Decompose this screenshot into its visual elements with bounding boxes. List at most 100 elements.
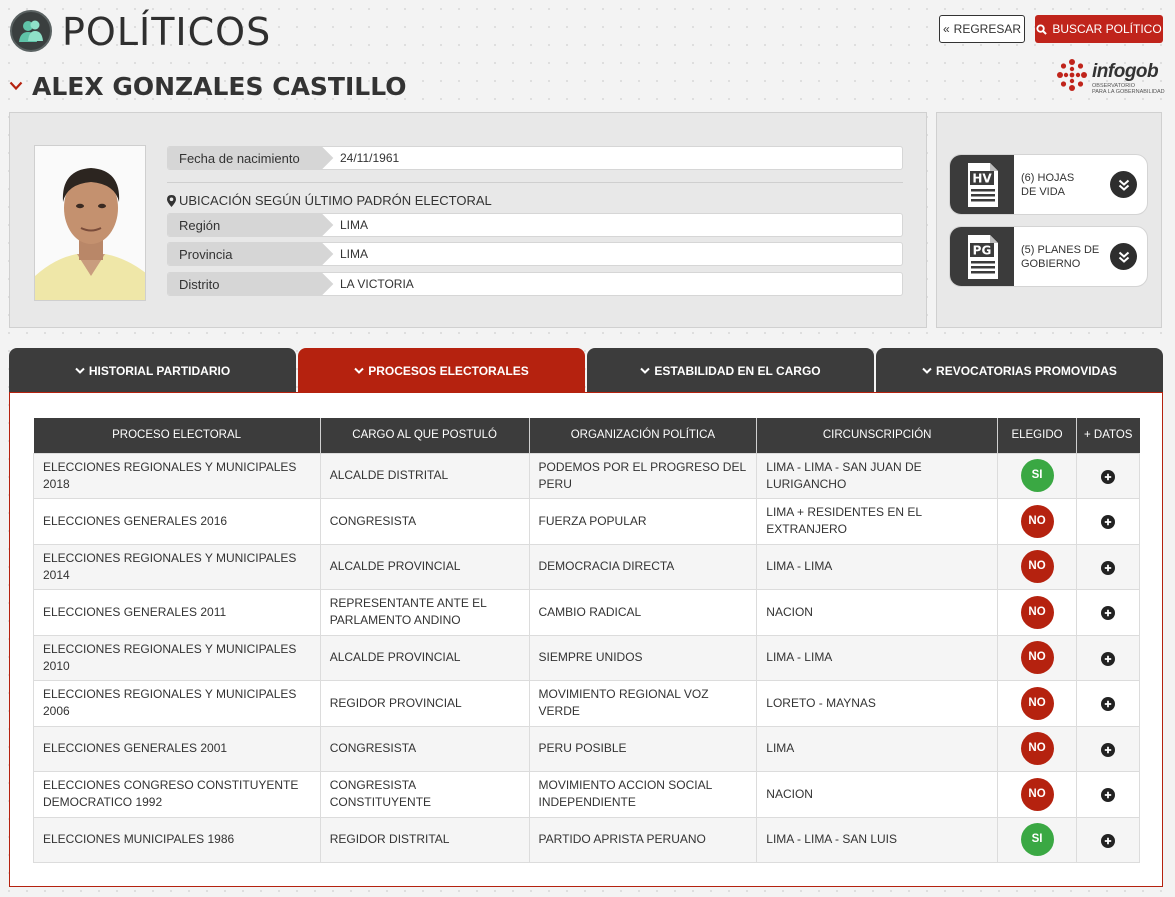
table-row: ELECCIONES REGIONALES Y MUNICIPALES 2006… — [33, 680, 1141, 727]
infogob-tagline: OBSERVATORIO PARA LA GOBERNABILIDAD — [1092, 83, 1165, 95]
cell-circunscripcion: NACION — [756, 771, 999, 818]
cell-circunscripcion: LORETO - MAYNAS — [756, 680, 999, 727]
cell-mas-datos — [1075, 816, 1141, 863]
tab-label: ESTABILIDAD EN EL CARGO — [654, 363, 821, 378]
cell-proceso: ELECCIONES REGIONALES Y MUNICIPALES 2014 — [33, 543, 321, 590]
cell-circunscripcion: LIMA - LIMA — [756, 543, 999, 590]
cell-mas-datos — [1075, 680, 1141, 727]
back-button-label: REGRESAR — [953, 22, 1022, 36]
district-label: Distrito — [168, 273, 322, 295]
tab-procesos-electorales[interactable]: PROCESOS ELECTORALES — [298, 348, 585, 393]
district-value: LA VICTORIA — [340, 277, 414, 291]
cell-organizacion: MOVIMIENTO ACCION SOCIAL INDEPENDIENTE — [528, 771, 758, 818]
location-heading-label: UBICACIÓN SEGÚN ÚLTIMO PADRÓN ELECTORAL — [179, 193, 492, 208]
cell-proceso: ELECCIONES REGIONALES Y MUNICIPALES 2018 — [33, 452, 321, 499]
documents-panel: HV (6) HOJAS DE VIDA PG (5) PLANES DE GO… — [936, 112, 1162, 328]
column-header: + DATOS — [1076, 418, 1140, 453]
birth-date-label: Fecha de nacimiento — [168, 147, 322, 169]
cell-cargo: ALCALDE PROVINCIAL — [319, 543, 530, 590]
double-chevron-down-icon[interactable] — [1110, 243, 1137, 270]
cell-circunscripcion: LIMA + RESIDENTES EN EL EXTRANJERO — [756, 498, 999, 545]
plus-circle-icon[interactable] — [1100, 651, 1115, 666]
elected-badge: NO — [1020, 732, 1054, 766]
region-field: Región LIMA — [167, 213, 903, 237]
cell-cargo: CONGRESISTA — [319, 498, 530, 545]
infogob-logo-icon — [1057, 59, 1087, 91]
cell-mas-datos — [1075, 498, 1141, 545]
cell-cargo: CONGRESISTA — [319, 725, 530, 772]
table-row: ELECCIONES REGIONALES Y MUNICIPALES 2014… — [33, 543, 1141, 590]
plus-circle-icon[interactable] — [1100, 742, 1115, 757]
plus-circle-icon[interactable] — [1100, 697, 1115, 712]
cell-cargo: REGIDOR DISTRITAL — [319, 816, 530, 863]
chevron-down-icon — [9, 81, 23, 91]
column-header: ORGANIZACIÓN POLÍTICA — [529, 418, 758, 453]
cell-elegido: NO — [997, 589, 1077, 636]
birth-date-value: 24/11/1961 — [340, 151, 400, 165]
plus-circle-icon[interactable] — [1100, 606, 1115, 621]
plus-circle-icon[interactable] — [1100, 833, 1115, 848]
resumes-button[interactable]: HV (6) HOJAS DE VIDA — [949, 154, 1148, 215]
cell-proceso: ELECCIONES REGIONALES Y MUNICIPALES 2010 — [33, 634, 321, 681]
province-field: Provincia LIMA — [167, 242, 903, 266]
cell-circunscripcion: LIMA - LIMA - SAN JUAN DE LURIGANCHO — [756, 452, 999, 499]
elected-badge: NO — [1020, 777, 1054, 811]
elected-badge: NO — [1020, 550, 1054, 584]
table-row: ELECCIONES GENERALES 2016 CONGRESISTA FUER… — [33, 498, 1141, 545]
table-row: ELECCIONES GENERALES 2011 REPRESENTANTE A… — [33, 589, 1141, 636]
cell-circunscripcion: LIMA - LIMA - SAN LUIS — [756, 816, 999, 863]
cell-organizacion: PODEMOS POR EL PROGRESO DEL PERU — [528, 452, 758, 499]
plus-circle-icon[interactable] — [1100, 469, 1115, 484]
resumes-label: (6) HOJAS DE VIDA — [1021, 172, 1075, 198]
cell-mas-datos — [1075, 634, 1141, 681]
cell-organizacion: PERU POSIBLE — [528, 725, 758, 772]
tab-historial-partidario[interactable]: HISTORIAL PARTIDARIO — [9, 348, 296, 393]
cell-elegido: NO — [997, 634, 1077, 681]
elected-badge: NO — [1020, 504, 1054, 538]
column-header: ELEGIDO — [997, 418, 1077, 453]
double-chevron-down-icon[interactable] — [1110, 171, 1137, 198]
infogob-wordmark: infogob — [1092, 61, 1159, 82]
plus-circle-icon[interactable] — [1100, 788, 1115, 803]
location-heading: UBICACIÓN SEGÚN ÚLTIMO PADRÓN ELECTORAL — [167, 193, 492, 208]
tab-revocatorias-promovidas[interactable]: REVOCATORIAS PROMOVIDAS — [876, 348, 1163, 393]
page-title: POLÍTICOS — [62, 10, 272, 54]
tab-estabilidad-en-el-cargo[interactable]: ESTABILIDAD EN EL CARGO — [587, 348, 874, 393]
cell-circunscripcion: LIMA - LIMA — [756, 634, 999, 681]
electoral-processes-panel: PROCESO ELECTORAL CARGO AL QUE POSTULÓ O… — [9, 393, 1163, 887]
cell-proceso: ELECCIONES REGIONALES Y MUNICIPALES 2006 — [33, 680, 321, 727]
tab-label: REVOCATORIAS PROMOVIDAS — [936, 363, 1117, 378]
tab-bar: HISTORIAL PARTIDARIO PROCESOS ELECTORALE… — [9, 348, 1163, 393]
search-politician-button[interactable]: BUSCAR POLÍTICO — [1035, 15, 1163, 43]
person-name: ALEX GONZALES CASTILLO — [32, 72, 407, 101]
table-row: ELECCIONES CONGRESO CONSTITUYENTE DEMOCR… — [33, 771, 1141, 818]
column-header: PROCESO ELECTORAL — [33, 418, 321, 453]
elected-badge: NO — [1020, 595, 1054, 629]
government-plans-label: (5) PLANES DE GOBIERNO — [1021, 244, 1100, 270]
table-header-row: PROCESO ELECTORAL CARGO AL QUE POSTULÓ O… — [33, 418, 1140, 453]
politicians-icon — [10, 10, 52, 52]
back-button[interactable]: « REGRESAR — [939, 15, 1025, 43]
cell-circunscripcion: NACION — [756, 589, 999, 636]
chevron-down-icon — [922, 367, 932, 374]
elected-badge: NO — [1020, 686, 1054, 720]
cell-mas-datos — [1075, 543, 1141, 590]
cell-elegido: SI — [997, 816, 1077, 863]
resume-document-icon: HV — [950, 155, 1014, 214]
region-label: Región — [168, 214, 322, 236]
cell-cargo: REGIDOR PROVINCIAL — [319, 680, 530, 727]
government-plans-button[interactable]: PG (5) PLANES DE GOBIERNO — [949, 226, 1148, 287]
tab-label: HISTORIAL PARTIDARIO — [88, 363, 231, 378]
elected-badge: SI — [1020, 823, 1054, 857]
province-value: LIMA — [340, 247, 369, 261]
table-row: ELECCIONES REGIONALES Y MUNICIPALES 2010… — [33, 634, 1141, 681]
cell-elegido: NO — [997, 771, 1077, 818]
column-header: CIRCUNSCRIPCIÓN — [756, 418, 999, 453]
cell-cargo: ALCALDE DISTRITAL — [319, 452, 530, 499]
profile-panel: Fecha de nacimiento 24/11/1961 UBICACIÓN… — [9, 112, 927, 328]
page-header: POLÍTICOS ALEX GONZALES CASTILLO « REGRE… — [0, 0, 1175, 110]
plus-circle-icon[interactable] — [1100, 515, 1115, 530]
cell-mas-datos — [1075, 589, 1141, 636]
politician-photo — [34, 145, 146, 301]
plus-circle-icon[interactable] — [1100, 560, 1115, 575]
